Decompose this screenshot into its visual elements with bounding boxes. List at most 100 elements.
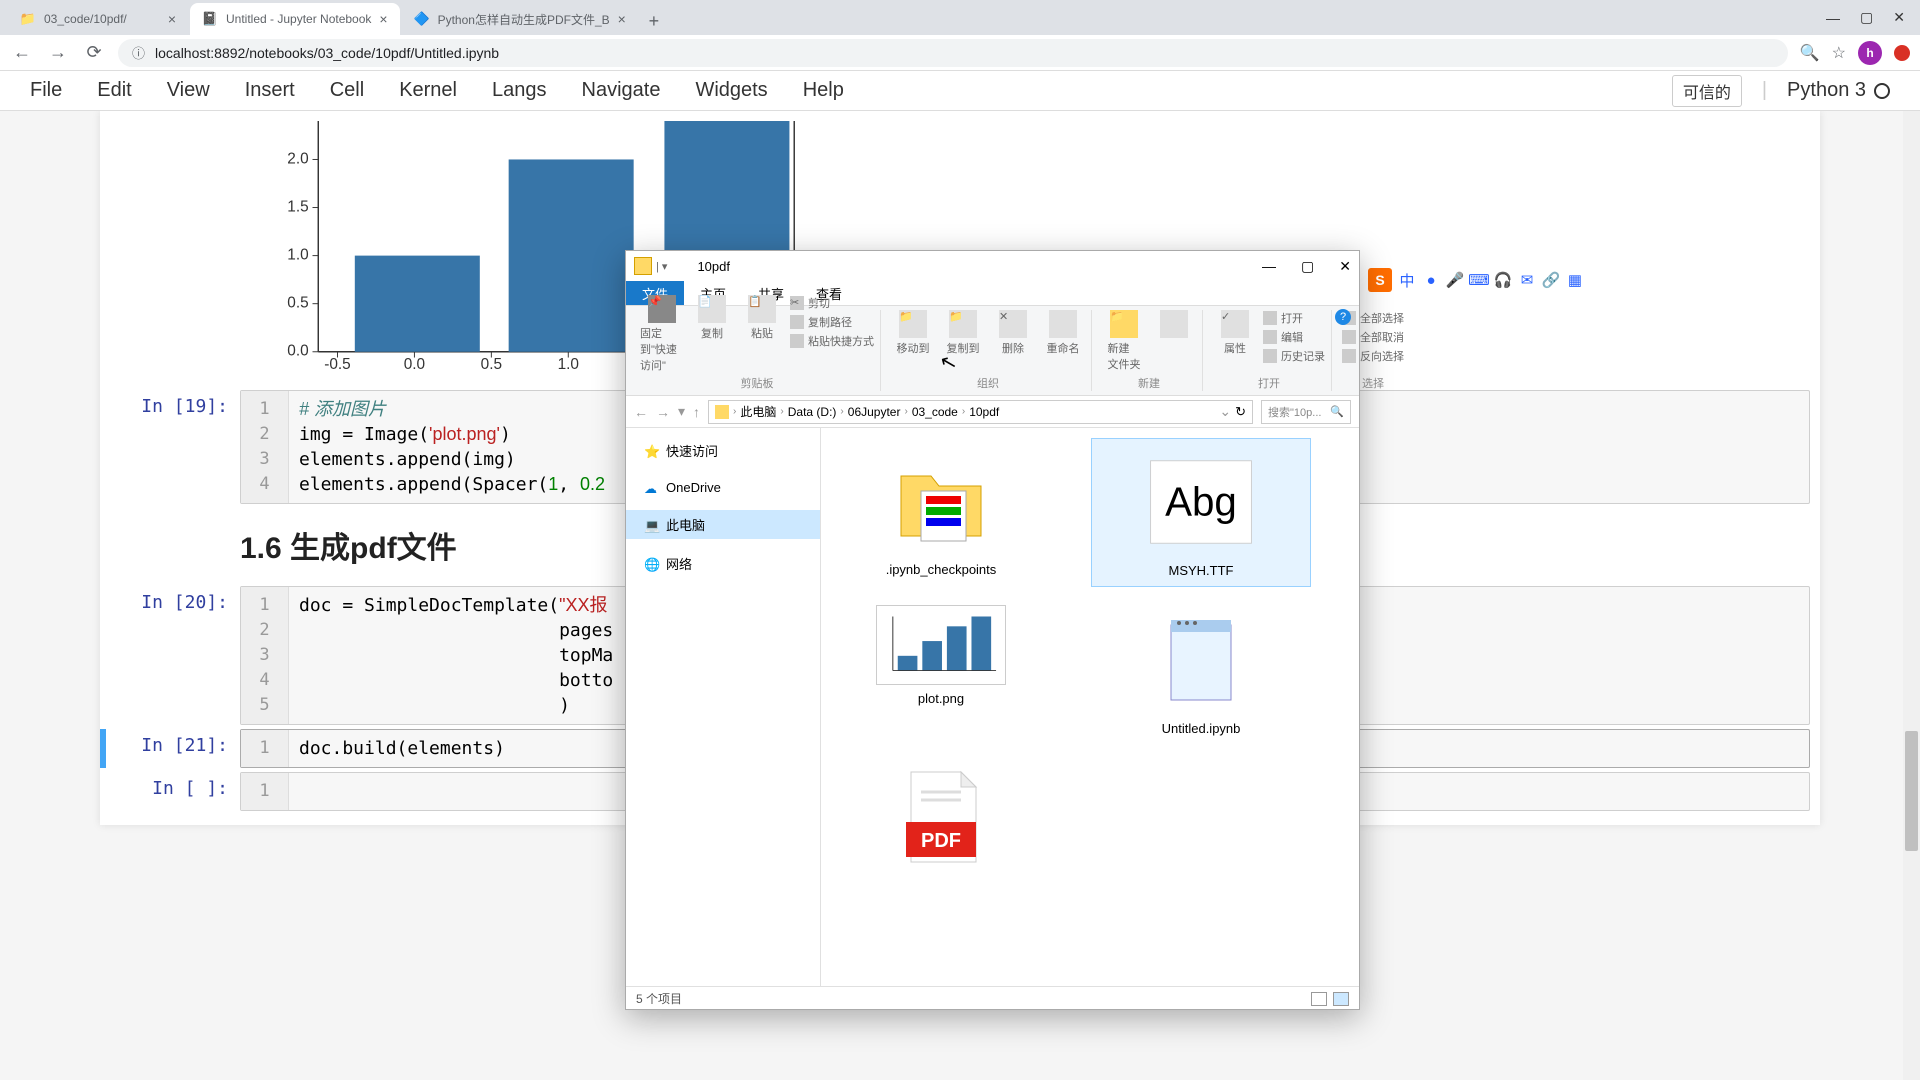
ribbon-group-label: 新建 [1138, 373, 1160, 391]
file-item-font[interactable]: Abg MSYH.TTF [1091, 438, 1311, 587]
file-item-notebook[interactable]: Untitled.ipynb [1091, 597, 1311, 744]
menu-view[interactable]: View [167, 79, 210, 102]
close-icon[interactable]: × [618, 11, 626, 27]
open-button[interactable]: 打开 [1263, 310, 1325, 326]
ime-mic-icon[interactable]: 🎤 [1446, 271, 1464, 289]
ime-link-icon[interactable]: 🔗 [1542, 271, 1560, 289]
scrollbar-thumb[interactable] [1905, 731, 1918, 851]
copy-path-button[interactable]: 复制路径 [790, 314, 874, 330]
reload-button[interactable]: ⟳ [82, 41, 106, 65]
new-folder-button[interactable]: 📁新建 文件夹 [1102, 310, 1146, 372]
select-none-button[interactable]: 全部取消 [1342, 329, 1404, 345]
nav-history-icon[interactable]: ▾ [678, 403, 685, 420]
breadcrumb-item[interactable]: 此电脑 [740, 403, 776, 420]
breadcrumb-item[interactable]: Data (D:) [788, 405, 837, 419]
explorer-body: ⭐快速访问 ☁OneDrive 💻此电脑 🌐网络 .ipynb_checkpoi… [626, 428, 1359, 986]
menu-file[interactable]: File [30, 79, 62, 102]
nav-forward-icon[interactable]: → [656, 404, 670, 420]
sidebar-item-onedrive[interactable]: ☁OneDrive [626, 475, 820, 500]
ime-headphones-icon[interactable]: 🎧 [1494, 271, 1512, 289]
ime-lang-icon[interactable]: 中 [1398, 271, 1416, 289]
close-icon[interactable]: ✕ [1893, 9, 1905, 26]
network-icon: 🌐 [644, 557, 658, 571]
menu-navigate[interactable]: Navigate [582, 79, 661, 102]
nav-up-icon[interactable]: ↑ [693, 404, 700, 420]
ime-logo-icon[interactable]: S [1368, 268, 1392, 292]
breadcrumb-item[interactable]: 06Jupyter [848, 405, 901, 419]
menu-insert[interactable]: Insert [245, 79, 295, 102]
new-item-button[interactable] [1152, 310, 1196, 338]
search-icon[interactable]: 🔍 [1330, 405, 1344, 418]
trusted-button[interactable]: 可信的 [1672, 75, 1742, 107]
properties-button[interactable]: ✓属性 [1213, 310, 1257, 356]
rename-button[interactable]: 重命名 [1041, 310, 1085, 356]
extension-icon[interactable] [1894, 45, 1910, 61]
search-input[interactable]: 搜索"10p... 🔍 [1261, 400, 1351, 424]
profile-avatar[interactable]: h [1858, 41, 1882, 65]
menu-widgets[interactable]: Widgets [695, 79, 767, 102]
explorer-sidebar[interactable]: ⭐快速访问 ☁OneDrive 💻此电脑 🌐网络 [626, 428, 821, 986]
minimize-icon[interactable]: — [1262, 258, 1276, 275]
file-list[interactable]: .ipynb_checkpoints Abg MSYH.TTF plot.png… [821, 428, 1359, 986]
pin-button[interactable]: 📌固定到"快速访问" [640, 295, 684, 373]
menu-help[interactable]: Help [803, 79, 844, 102]
new-tab-button[interactable]: + [640, 7, 668, 35]
select-all-button[interactable]: 全部选择 [1342, 310, 1404, 326]
close-icon[interactable]: × [379, 11, 387, 27]
browser-tab-0[interactable]: 📁 03_code/10pdf/ × [8, 3, 188, 35]
breadcrumb[interactable]: › 此电脑› Data (D:)› 06Jupyter› 03_code› 10… [708, 400, 1253, 424]
menu-edit[interactable]: Edit [97, 79, 131, 102]
sidebar-item-network[interactable]: 🌐网络 [626, 549, 820, 578]
breadcrumb-item[interactable]: 10pdf [969, 405, 999, 419]
forward-button[interactable]: → [46, 41, 70, 65]
address-bar[interactable]: ⓘ localhost:8892/notebooks/03_code/10pdf… [118, 39, 1788, 67]
font-file-icon: Abg [1146, 447, 1256, 557]
paste-shortcut-button[interactable]: 粘贴快捷方式 [790, 333, 874, 349]
edit-button[interactable]: 编辑 [1263, 329, 1325, 345]
breadcrumb-item[interactable]: 03_code [912, 405, 958, 419]
file-explorer-window[interactable]: | ▾ 10pdf — ▢ ✕ 文件 主页 共享 查看 ? 📌固定到"快速访问"… [625, 250, 1360, 1010]
maximize-icon[interactable]: ▢ [1860, 9, 1873, 26]
browser-tab-1[interactable]: 📓 Untitled - Jupyter Notebook × [190, 3, 400, 35]
paste-button[interactable]: 📋粘贴 [740, 295, 784, 341]
file-item-image[interactable]: plot.png [831, 597, 1051, 744]
ime-toolbar[interactable]: S 中 ● 🎤 ⌨ 🎧 ✉ 🔗 ▦ [1368, 268, 1584, 292]
move-to-button[interactable]: 📁移动到 [891, 310, 935, 356]
history-button[interactable]: 历史记录 [1263, 348, 1325, 364]
cell-prompt: In [20]: [110, 586, 240, 725]
invert-selection-button[interactable]: 反向选择 [1342, 348, 1404, 364]
search-icon[interactable]: 🔍 [1800, 43, 1820, 63]
site-info-icon[interactable]: ⓘ [132, 43, 145, 62]
ime-grid-icon[interactable]: ▦ [1566, 271, 1584, 289]
star-icon[interactable]: ☆ [1832, 43, 1846, 63]
ime-mail-icon[interactable]: ✉ [1518, 271, 1536, 289]
jupyter-icon: 📓 [202, 11, 218, 27]
help-icon[interactable]: ? [1335, 309, 1351, 325]
menu-cell[interactable]: Cell [330, 79, 364, 102]
nav-back-icon[interactable]: ← [634, 404, 648, 420]
delete-button[interactable]: ✕删除 [991, 310, 1035, 356]
close-icon[interactable]: ✕ [1339, 258, 1351, 275]
view-icons-icon[interactable] [1333, 992, 1349, 1006]
minimize-icon[interactable]: — [1826, 10, 1840, 26]
vertical-scrollbar[interactable] [1903, 111, 1920, 1080]
explorer-titlebar[interactable]: | ▾ 10pdf — ▢ ✕ [626, 251, 1359, 281]
menu-langs[interactable]: Langs [492, 79, 547, 102]
ime-keyboard-icon[interactable]: ⌨ [1470, 271, 1488, 289]
chevron-down-icon[interactable]: ⌄ [1219, 403, 1231, 420]
sidebar-item-thispc[interactable]: 💻此电脑 [626, 510, 820, 539]
view-details-icon[interactable] [1311, 992, 1327, 1006]
file-item-pdf[interactable]: PDF [831, 754, 1051, 880]
kernel-indicator[interactable]: Python 3 [1787, 79, 1890, 102]
back-button[interactable]: ← [10, 41, 34, 65]
cut-button[interactable]: ✂剪切 [790, 295, 874, 311]
refresh-icon[interactable]: ↻ [1235, 404, 1246, 420]
svg-text:1.0: 1.0 [558, 356, 579, 371]
sidebar-item-quickaccess[interactable]: ⭐快速访问 [626, 436, 820, 465]
close-icon[interactable]: × [168, 11, 176, 27]
browser-tab-2[interactable]: 🔷 Python怎样自动生成PDF文件_B × [402, 3, 638, 35]
maximize-icon[interactable]: ▢ [1301, 258, 1314, 275]
menu-kernel[interactable]: Kernel [399, 79, 457, 102]
copy-button[interactable]: 📄复制 [690, 295, 734, 341]
file-item-folder[interactable]: .ipynb_checkpoints [831, 438, 1051, 587]
